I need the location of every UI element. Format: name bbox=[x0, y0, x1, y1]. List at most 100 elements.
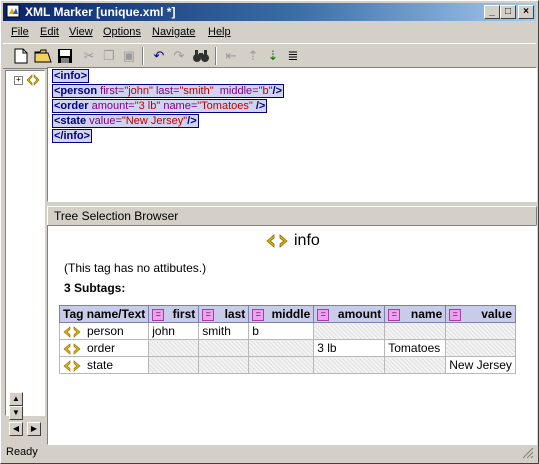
table-cell[interactable] bbox=[248, 339, 315, 357]
table-header-row: Tag name/Text = first = last = middle = amou… bbox=[58, 305, 516, 323]
title-bar[interactable]: XML Marker [unique.xml *] _ □ × bbox=[3, 3, 536, 21]
menu-view[interactable]: View bbox=[69, 26, 93, 38]
table-cell[interactable]: New Jersey bbox=[445, 356, 516, 374]
open-folder-icon[interactable] bbox=[33, 46, 53, 66]
move-up-icon[interactable]: ⇡ bbox=[243, 46, 263, 66]
table-cell[interactable] bbox=[148, 356, 200, 374]
xml-line[interactable]: <order amount="3 lb" name="Tomatoes" /> bbox=[52, 99, 268, 115]
xml-tag: <info> bbox=[54, 70, 88, 82]
xml-tag: </info> bbox=[54, 130, 91, 142]
xml-attr-value: "b" bbox=[258, 85, 273, 97]
tag-cell[interactable]: person bbox=[58, 322, 150, 340]
column-header[interactable]: Tag name/Text bbox=[58, 305, 150, 323]
maximize-button[interactable]: □ bbox=[500, 5, 516, 19]
redo-icon[interactable]: ↷ bbox=[169, 46, 189, 66]
close-button[interactable]: × bbox=[518, 5, 534, 19]
menu-view-label: View bbox=[69, 26, 93, 38]
minimize-button[interactable]: _ bbox=[484, 5, 500, 19]
pane-splitter[interactable] bbox=[47, 202, 537, 205]
xml-source-editor[interactable]: <info> <person first="john" last="smith"… bbox=[47, 67, 537, 202]
column-header[interactable]: = value bbox=[445, 305, 516, 323]
xml-line[interactable]: </info> bbox=[52, 129, 93, 145]
column-header[interactable]: = name bbox=[384, 305, 447, 323]
table-cell[interactable] bbox=[313, 322, 386, 340]
column-header-label: last bbox=[224, 307, 246, 321]
table-row[interactable]: person john smith b bbox=[58, 322, 516, 340]
tree-pane[interactable]: + bbox=[5, 70, 45, 416]
table-cell[interactable] bbox=[313, 356, 386, 374]
tree-hscroll-right[interactable]: ▶ bbox=[27, 422, 41, 436]
menu-options-label: Options bbox=[103, 26, 141, 38]
xml-tag-icon bbox=[63, 343, 81, 355]
table-cell[interactable] bbox=[148, 339, 200, 357]
tree-vscroll-up[interactable]: ▲ bbox=[9, 392, 23, 406]
attribute-icon: = bbox=[388, 309, 401, 321]
menu-bar: File Edit View Options Navigate Help bbox=[3, 23, 536, 41]
menu-navigate-label: Navigate bbox=[152, 26, 196, 38]
format-icon[interactable]: ≣ bbox=[283, 46, 303, 66]
status-bar: Ready bbox=[3, 445, 536, 461]
table-row[interactable]: state New Jersey bbox=[58, 356, 516, 374]
undo-icon[interactable]: ↶ bbox=[149, 46, 169, 66]
table-cell[interactable]: Tomatoes bbox=[384, 339, 447, 357]
paste-icon[interactable]: ▣ bbox=[119, 46, 139, 66]
column-header[interactable]: = first bbox=[148, 305, 200, 323]
tree-scroll-area: ▲ ▼ ◀ ▶ bbox=[5, 392, 45, 440]
table-row[interactable]: order 3 lb Tomatoes bbox=[58, 339, 516, 357]
column-header[interactable]: = amount bbox=[313, 305, 386, 323]
table-cell[interactable] bbox=[445, 322, 516, 340]
resize-grip-icon[interactable] bbox=[522, 447, 534, 459]
tag-cell[interactable]: order bbox=[58, 339, 150, 357]
save-icon[interactable] bbox=[55, 46, 75, 66]
column-header[interactable]: = last bbox=[198, 305, 250, 323]
xml-attr-name: value= bbox=[86, 115, 122, 127]
xml-tag-icon[interactable] bbox=[26, 74, 40, 86]
copy-icon[interactable]: ❐ bbox=[99, 46, 119, 66]
xml-tag-close: /> bbox=[187, 115, 197, 127]
tree-expander[interactable]: + bbox=[14, 76, 23, 85]
menu-file[interactable]: File bbox=[11, 26, 29, 38]
table-cell[interactable] bbox=[198, 339, 250, 357]
xml-tag: <state bbox=[54, 115, 87, 127]
menu-help[interactable]: Help bbox=[208, 26, 231, 38]
table-cell[interactable] bbox=[248, 356, 315, 374]
selected-tag-title: info bbox=[266, 232, 320, 250]
table-cell[interactable]: 3 lb bbox=[313, 339, 386, 357]
tree-vscroll-down[interactable]: ▼ bbox=[9, 406, 23, 420]
table-cell[interactable]: smith bbox=[198, 322, 250, 340]
menu-help-label: Help bbox=[208, 26, 231, 38]
attribute-icon: = bbox=[202, 309, 215, 321]
new-file-icon[interactable] bbox=[11, 46, 31, 66]
browser-header-label: Tree Selection Browser bbox=[54, 209, 179, 223]
browser-header: Tree Selection Browser bbox=[47, 206, 537, 226]
menu-edit-label: Edit bbox=[40, 26, 59, 38]
indent-icon[interactable]: ⇤ bbox=[221, 46, 241, 66]
tag-name: state bbox=[87, 358, 114, 372]
find-icon[interactable] bbox=[191, 46, 211, 66]
xml-attr-name: name= bbox=[160, 100, 198, 112]
table-cell[interactable] bbox=[384, 356, 447, 374]
xml-line[interactable]: <person first="john" last="smith" middle… bbox=[52, 84, 284, 100]
xml-attr-value: "smith" bbox=[179, 85, 214, 97]
selected-tag-name: info bbox=[294, 232, 320, 249]
table-cell[interactable]: john bbox=[148, 322, 200, 340]
column-header[interactable]: = middle bbox=[248, 305, 315, 323]
tag-cell[interactable]: state bbox=[58, 356, 150, 374]
column-header-label: first bbox=[172, 307, 196, 321]
move-down-icon[interactable]: ⇣ bbox=[263, 46, 283, 66]
menu-edit[interactable]: Edit bbox=[40, 26, 59, 38]
menu-navigate[interactable]: Navigate bbox=[152, 26, 195, 38]
attribute-icon: = bbox=[317, 309, 330, 321]
table-cell[interactable] bbox=[198, 356, 250, 374]
xml-line[interactable]: <info> bbox=[52, 69, 90, 85]
table-cell[interactable]: b bbox=[248, 322, 315, 340]
subtags-table: Tag name/Text = first = last = middle = amou… bbox=[58, 305, 516, 374]
table-cell[interactable] bbox=[445, 339, 516, 357]
tree-hscroll-left[interactable]: ◀ bbox=[9, 422, 23, 436]
window-title: XML Marker [unique.xml *] bbox=[25, 5, 176, 19]
table-cell[interactable] bbox=[384, 322, 447, 340]
menu-file-label: File bbox=[11, 26, 29, 38]
cut-icon[interactable]: ✂ bbox=[79, 46, 99, 66]
xml-line[interactable]: <state value="New Jersey"/> bbox=[52, 114, 199, 130]
menu-options[interactable]: Options bbox=[103, 26, 141, 38]
